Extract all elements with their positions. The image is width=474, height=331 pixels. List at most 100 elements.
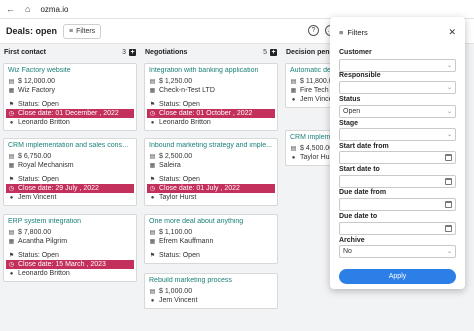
money-icon: ▤: [8, 154, 15, 160]
apply-button[interactable]: Apply: [339, 269, 456, 284]
deal-company: Royal Mechanism: [18, 162, 74, 169]
company-icon: ▦: [149, 239, 156, 245]
deal-card[interactable]: CRM implementation and sales consult... …: [3, 138, 137, 206]
money-icon: ▤: [149, 79, 156, 85]
close-icon[interactable]: ✕: [448, 27, 456, 38]
money-icon: ▤: [149, 289, 156, 295]
archive-select[interactable]: No ⌄: [339, 245, 456, 258]
column-count: 3: [122, 48, 126, 56]
person-icon: ●: [150, 297, 155, 304]
add-card-button[interactable]: +: [270, 48, 277, 56]
column-title: Negotiations: [145, 48, 188, 56]
calendar-icon[interactable]: [445, 201, 452, 208]
flag-icon: ⚑: [149, 177, 156, 183]
close-date-badge: ◷ Close date: 01 July , 2022: [147, 184, 275, 193]
column-negotiations: Negotiations 5 + Integration with bankin…: [141, 44, 281, 331]
close-date-badge: ◷ Close date: 29 July , 2022: [6, 184, 134, 193]
deal-amount: $ 2,500.00: [159, 153, 193, 160]
flag-icon: ⚑: [8, 253, 15, 259]
company-icon: ▦: [149, 163, 156, 169]
home-icon[interactable]: ⌂: [25, 4, 30, 14]
due-date-to-input[interactable]: [339, 222, 456, 235]
filters-button[interactable]: ≡ Filters: [63, 23, 102, 39]
deal-close-date: Close date: 01 July , 2022: [159, 185, 240, 192]
filter-lines-icon: ≡: [339, 27, 344, 37]
deal-title[interactable]: Integration with banking application: [149, 67, 273, 74]
clock-icon: ◷: [8, 111, 15, 117]
person-icon: ●: [150, 194, 155, 201]
deal-close-date: Close date: 01 December , 2022: [18, 110, 119, 117]
deal-title[interactable]: Rebuild marketing process: [149, 277, 273, 284]
page-title: Deals: open: [6, 26, 58, 36]
back-arrow-icon[interactable]: ←: [6, 4, 15, 14]
archive-label: Archive: [339, 237, 365, 244]
start-date-from-label: Start date from: [339, 143, 389, 150]
deal-status: Status: Open: [18, 176, 59, 183]
responsible-select[interactable]: ⌄: [339, 81, 456, 94]
deal-status: Status: Open: [18, 101, 59, 108]
filters-panel-header: ≡ Filters ✕: [339, 25, 456, 39]
status-value: Open: [343, 108, 361, 115]
column-title: First contact: [4, 48, 47, 56]
clock-icon: ◷: [149, 111, 156, 117]
filter-lines-icon: ≡: [69, 27, 74, 35]
money-icon: ▤: [8, 230, 15, 236]
deal-title[interactable]: CRM implementation and sales consult...: [8, 142, 132, 149]
clock-icon: ◷: [8, 186, 15, 192]
due-date-from-label: Due date from: [339, 189, 387, 196]
deal-amount: $ 11,800.0: [300, 78, 333, 85]
person-icon: ●: [9, 194, 14, 201]
archive-value: No: [343, 248, 352, 255]
company-icon: ▦: [8, 239, 15, 245]
deal-card[interactable]: Rebuild marketing process ▤ $ 1,000.00 ● J…: [144, 273, 278, 309]
filters-panel-title: Filters: [347, 27, 368, 37]
deal-company: Efrem Kauffmann: [159, 238, 214, 245]
deal-title[interactable]: ERP system integration: [8, 218, 132, 225]
column-header: Negotiations 5 +: [141, 44, 281, 60]
status-label: Status: [339, 96, 361, 103]
company-icon: ▦: [8, 88, 15, 94]
deal-person: Jem Vincent: [18, 194, 57, 201]
column-header: First contact 3 +: [0, 44, 140, 60]
help-icon[interactable]: ?: [308, 25, 319, 36]
deal-card[interactable]: Wiz Factory website ▤ $ 12,000.00 ▦ Wiz Fa…: [3, 63, 137, 131]
deal-amount: $ 1,100.00: [159, 229, 193, 236]
deal-card[interactable]: ERP system integration ▤ $ 7,800.00 ▦ Acan…: [3, 214, 137, 282]
deal-close-date: Close date: 01 October , 2022: [159, 110, 253, 117]
due-date-to-label: Due date to: [339, 213, 378, 220]
calendar-icon[interactable]: [445, 178, 452, 185]
deal-card[interactable]: Inbound marketing strategy and imple... …: [144, 138, 278, 206]
filters-panel: ≡ Filters ✕ Customer ⌄ Responsible ⌄ Sta…: [330, 17, 465, 289]
chevron-down-icon: ⌄: [446, 132, 452, 138]
status-select[interactable]: Open ⌄: [339, 105, 456, 118]
deal-title[interactable]: One more deal about anything: [149, 218, 273, 225]
add-card-button[interactable]: +: [129, 48, 136, 56]
calendar-icon[interactable]: [445, 154, 452, 161]
column-title: Decision pend: [286, 48, 334, 56]
column-count: 5: [263, 48, 267, 56]
customer-select[interactable]: ⌄: [339, 59, 456, 72]
deal-amount: $ 4,500.00: [300, 145, 334, 152]
close-date-badge: ◷ Close date: 01 December , 2022: [6, 109, 134, 118]
deal-company: Check-n-Test LTD: [159, 87, 215, 94]
app-title[interactable]: ozma.io: [40, 5, 68, 14]
start-date-to-input[interactable]: [339, 175, 456, 188]
deal-company: Saleira: [159, 162, 181, 169]
deal-card[interactable]: One more deal about anything ▤ $ 1,100.00…: [144, 214, 278, 264]
deal-status: Status: Open: [159, 101, 200, 108]
person-icon: ●: [9, 270, 14, 277]
deal-company: Acantha Pilgrim: [18, 238, 68, 245]
stage-label: Stage: [339, 120, 359, 127]
deal-title[interactable]: Wiz Factory website: [8, 67, 132, 74]
deal-title[interactable]: Inbound marketing strategy and imple...: [149, 142, 273, 149]
stage-select[interactable]: ⌄: [339, 128, 456, 141]
start-date-to-label: Start date to: [339, 166, 380, 173]
chevron-down-icon: ⌄: [446, 63, 452, 69]
chevron-down-icon: ⌄: [446, 85, 452, 91]
deal-card[interactable]: Integration with banking application ▤ $ …: [144, 63, 278, 131]
start-date-from-input[interactable]: [339, 151, 456, 164]
due-date-from-input[interactable]: [339, 198, 456, 211]
money-icon: ▤: [290, 146, 297, 152]
deal-amount: $ 1,000.00: [159, 288, 193, 295]
calendar-icon[interactable]: [445, 225, 452, 232]
